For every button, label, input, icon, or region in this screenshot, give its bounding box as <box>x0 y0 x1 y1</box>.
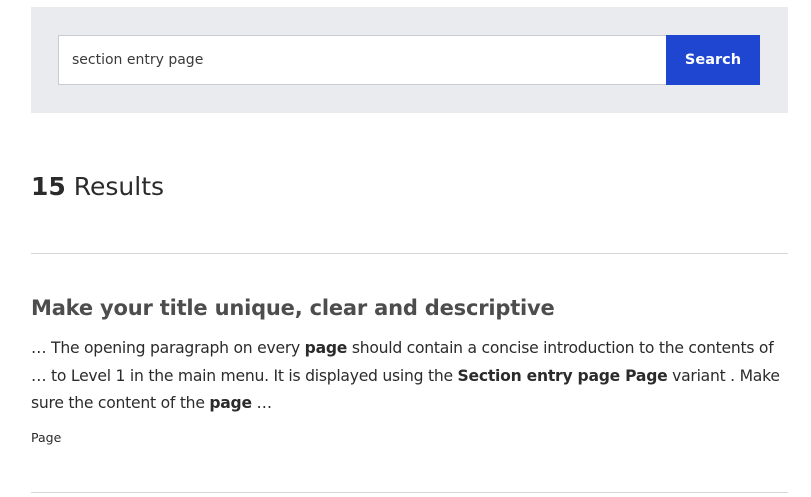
result-snippet: … The opening paragraph on every page sh… <box>31 335 788 418</box>
snippet-text: … The opening paragraph on every <box>31 339 305 357</box>
search-results-page: Search 15 Results Make your title unique… <box>0 0 811 497</box>
results-count: 15 Results <box>31 172 164 201</box>
snippet-text: … <box>251 394 273 412</box>
result-title-link[interactable]: Make your title unique, clear and descri… <box>31 293 788 323</box>
result-item: Make your title unique, clear and descri… <box>31 293 788 445</box>
snippet-highlight: page <box>304 339 348 357</box>
results-count-label: Results <box>65 172 165 201</box>
search-input[interactable] <box>58 35 666 85</box>
divider <box>31 253 788 254</box>
search-button[interactable]: Search <box>666 35 760 85</box>
search-form: Search <box>58 35 760 85</box>
results-count-number: 15 <box>31 172 66 201</box>
snippet-highlight: Section entry page Page <box>457 366 668 385</box>
divider <box>31 492 788 493</box>
snippet-highlight: page <box>209 394 252 412</box>
result-type-label: Page <box>31 429 62 445</box>
search-band: Search <box>31 7 788 113</box>
